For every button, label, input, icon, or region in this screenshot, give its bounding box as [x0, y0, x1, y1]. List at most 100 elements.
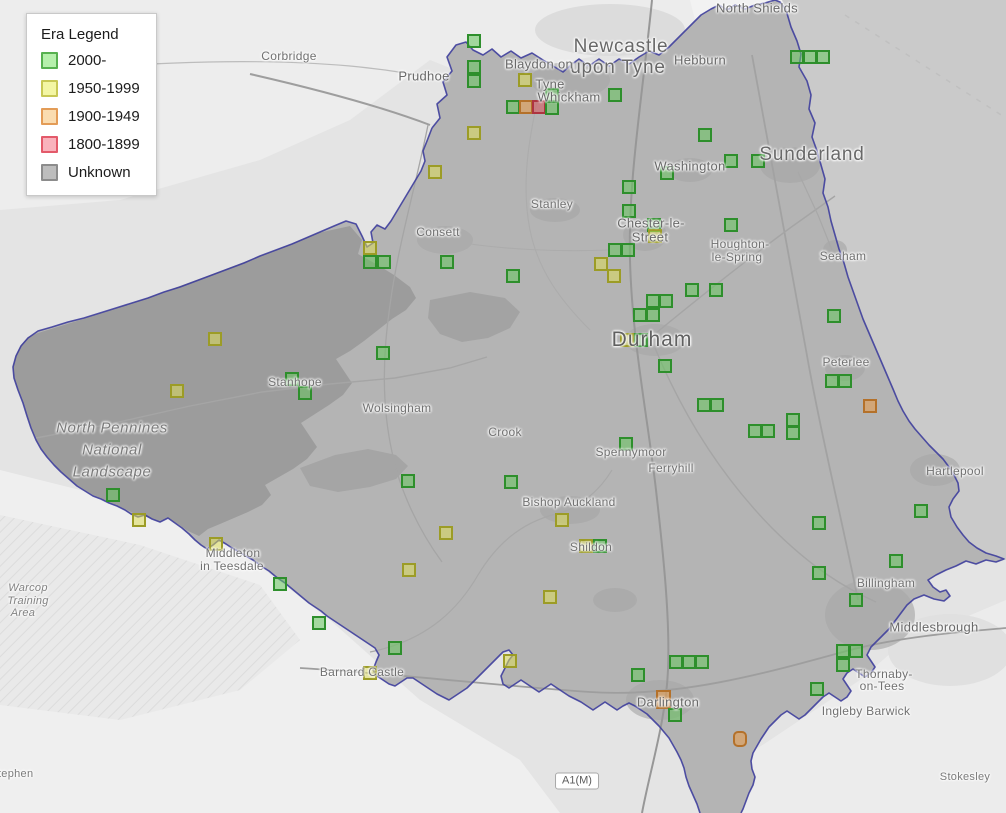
- map-stage[interactable]: Newcastle upon Tyne Sunderland Durham North …: [0, 0, 1006, 813]
- era-marker-2000[interactable]: [724, 218, 738, 232]
- era-marker-2000[interactable]: [545, 88, 559, 102]
- legend-label-unknown: Unknown: [68, 164, 131, 181]
- era-marker-2000[interactable]: [377, 255, 391, 269]
- era-marker-2000[interactable]: [467, 60, 481, 74]
- era-marker-2000[interactable]: [669, 655, 683, 669]
- legend-label-1900: 1900-1949: [68, 108, 140, 125]
- era-marker-2000[interactable]: [889, 554, 903, 568]
- era-marker-1950[interactable]: [363, 666, 377, 680]
- era-marker-2000[interactable]: [914, 504, 928, 518]
- era-marker-2000[interactable]: [698, 128, 712, 142]
- era-marker-1900[interactable]: [733, 731, 747, 747]
- era-marker-1900[interactable]: [519, 100, 533, 114]
- era-marker-2000[interactable]: [790, 50, 804, 64]
- era-marker-2000[interactable]: [685, 283, 699, 297]
- legend-items: 2000- 1950-1999 1900-1949 1800-1899 Unknown: [39, 52, 140, 181]
- era-marker-2000[interactable]: [504, 475, 518, 489]
- era-marker-2000[interactable]: [440, 255, 454, 269]
- era-marker-2000[interactable]: [827, 309, 841, 323]
- era-marker-1950[interactable]: [543, 590, 557, 604]
- era-marker-2000[interactable]: [608, 243, 622, 257]
- era-marker-2000[interactable]: [724, 154, 738, 168]
- era-marker-2000[interactable]: [658, 359, 672, 373]
- era-marker-1950[interactable]: [648, 229, 662, 243]
- era-marker-2000[interactable]: [619, 437, 633, 451]
- era-marker-2000[interactable]: [388, 641, 402, 655]
- era-marker-2000[interactable]: [506, 100, 520, 114]
- era-marker-1950[interactable]: [467, 126, 481, 140]
- era-marker-2000[interactable]: [401, 474, 415, 488]
- era-marker-2000[interactable]: [849, 593, 863, 607]
- era-marker-1950[interactable]: [439, 526, 453, 540]
- era-marker-2000[interactable]: [273, 577, 287, 591]
- era-marker-2000[interactable]: [285, 372, 299, 386]
- era-marker-2000[interactable]: [312, 616, 326, 630]
- era-marker-2000[interactable]: [376, 346, 390, 360]
- era-marker-2000[interactable]: [748, 424, 762, 438]
- era-marker-2000[interactable]: [363, 255, 377, 269]
- era-marker-2000[interactable]: [816, 50, 830, 64]
- era-marker-1950[interactable]: [518, 73, 532, 87]
- era-marker-2000[interactable]: [786, 426, 800, 440]
- era-marker-2000[interactable]: [659, 294, 673, 308]
- era-marker-2000[interactable]: [631, 668, 645, 682]
- era-marker-2000[interactable]: [695, 655, 709, 669]
- era-marker-2000[interactable]: [660, 166, 674, 180]
- legend-label-1950: 1950-1999: [68, 80, 140, 97]
- era-marker-1950[interactable]: [132, 513, 146, 527]
- era-marker-2000[interactable]: [751, 154, 765, 168]
- era-marker-2000[interactable]: [646, 294, 660, 308]
- era-marker-2000[interactable]: [825, 374, 839, 388]
- era-marker-2000[interactable]: [786, 413, 800, 427]
- legend-swatch-unknown: [41, 164, 58, 181]
- era-marker-2000[interactable]: [646, 308, 660, 322]
- legend-label-2000: 2000-: [68, 52, 107, 69]
- era-marker-2000[interactable]: [593, 539, 607, 553]
- legend-item-2000: 2000-: [41, 52, 140, 69]
- era-marker-1950[interactable]: [620, 333, 634, 347]
- era-marker-2000[interactable]: [298, 386, 312, 400]
- legend-swatch-1950: [41, 80, 58, 97]
- era-marker-1950[interactable]: [607, 269, 621, 283]
- era-marker-2000[interactable]: [633, 308, 647, 322]
- era-marker-1950[interactable]: [555, 513, 569, 527]
- era-marker-2000[interactable]: [506, 269, 520, 283]
- era-marker-1900[interactable]: [863, 399, 877, 413]
- era-marker-2000[interactable]: [634, 333, 648, 347]
- era-marker-2000[interactable]: [622, 180, 636, 194]
- era-marker-1950[interactable]: [402, 563, 416, 577]
- era-marker-1950[interactable]: [209, 537, 223, 551]
- era-marker-2000[interactable]: [803, 50, 817, 64]
- era-marker-2000[interactable]: [621, 243, 635, 257]
- era-marker-2000[interactable]: [710, 398, 724, 412]
- era-marker-1950[interactable]: [594, 257, 608, 271]
- legend-item-1800: 1800-1899: [41, 136, 140, 153]
- era-marker-2000[interactable]: [836, 644, 850, 658]
- era-marker-2000[interactable]: [812, 566, 826, 580]
- era-marker-2000[interactable]: [836, 658, 850, 672]
- era-marker-2000[interactable]: [849, 644, 863, 658]
- era-marker-2000[interactable]: [106, 488, 120, 502]
- era-marker-2000[interactable]: [682, 655, 696, 669]
- era-marker-2000[interactable]: [810, 682, 824, 696]
- era-marker-1950[interactable]: [503, 654, 517, 668]
- era-marker-1900[interactable]: [656, 690, 671, 709]
- era-marker-1950[interactable]: [170, 384, 184, 398]
- era-marker-2000[interactable]: [838, 374, 852, 388]
- legend-swatch-1800: [41, 136, 58, 153]
- era-marker-1800[interactable]: [532, 100, 546, 114]
- era-marker-1950[interactable]: [428, 165, 442, 179]
- era-marker-2000[interactable]: [467, 34, 481, 48]
- era-marker-1950[interactable]: [363, 241, 377, 255]
- era-marker-2000[interactable]: [545, 101, 559, 115]
- era-marker-2000[interactable]: [608, 88, 622, 102]
- era-marker-1950[interactable]: [208, 332, 222, 346]
- era-marker-2000[interactable]: [709, 283, 723, 297]
- era-marker-2000[interactable]: [467, 74, 481, 88]
- era-marker-2000[interactable]: [622, 204, 636, 218]
- era-marker-2000[interactable]: [812, 516, 826, 530]
- era-marker-2000[interactable]: [761, 424, 775, 438]
- era-marker-2000[interactable]: [668, 708, 682, 722]
- era-marker-2000[interactable]: [697, 398, 711, 412]
- era-marker-1950[interactable]: [579, 539, 593, 553]
